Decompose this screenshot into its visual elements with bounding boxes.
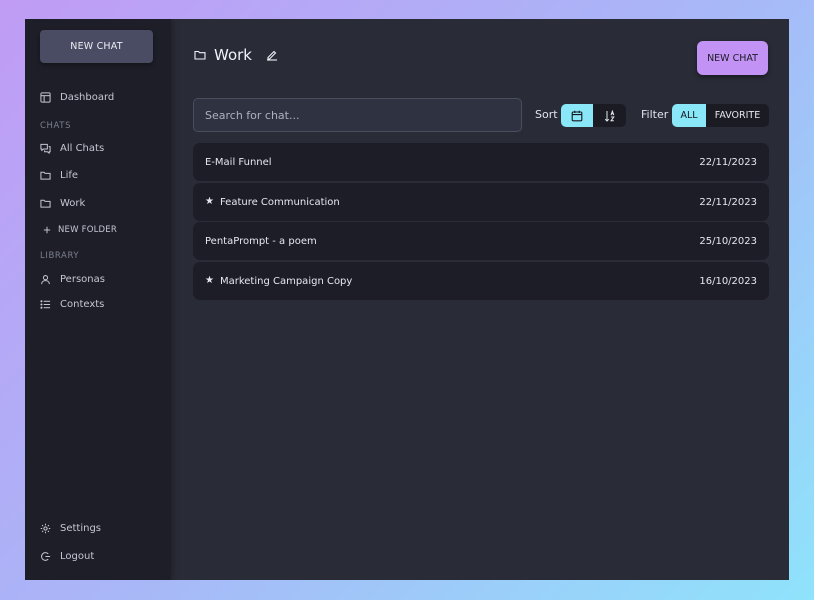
search-input[interactable] — [193, 98, 522, 132]
sidebar-item-personas[interactable]: Personas — [40, 274, 105, 285]
new-folder-button[interactable]: NEW FOLDER — [43, 225, 117, 235]
star-icon: ★ — [205, 275, 214, 286]
filter-toggle: ALL FAVORITE — [672, 104, 769, 127]
sidebar-item-work[interactable]: Work — [40, 198, 85, 209]
chat-date: 25/10/2023 — [699, 235, 757, 247]
sidebar: NEW CHAT Dashboard CHATS All Chats Life … — [25, 19, 171, 580]
chat-title: PentaPrompt - a poem — [205, 235, 317, 247]
section-heading-chats: CHATS — [40, 121, 72, 131]
chat-date: 22/11/2023 — [699, 196, 757, 208]
plus-icon — [43, 226, 51, 234]
chat-row-left: ★ Marketing Campaign Copy — [205, 276, 352, 287]
sidebar-item-label: Logout — [60, 551, 95, 562]
sidebar-item-label: Contexts — [60, 299, 105, 310]
sort-az-icon — [604, 109, 615, 122]
sidebar-item-label: Work — [60, 198, 86, 209]
folder-icon — [40, 171, 51, 180]
chat-row[interactable]: ★ Feature Communication 22/11/2023 — [193, 183, 769, 221]
star-icon: ★ — [205, 196, 214, 207]
sidebar-item-life[interactable]: Life — [40, 170, 78, 181]
section-heading-library: LIBRARY — [40, 251, 80, 261]
sidebar-item-label: Settings — [60, 523, 102, 534]
sidebar-item-label: Personas — [60, 274, 105, 285]
sidebar-item-dashboard[interactable]: Dashboard — [40, 92, 114, 103]
chat-row-left: E-Mail Funnel — [205, 157, 272, 168]
filter-favorite-button[interactable]: FAVORITE — [706, 104, 769, 127]
chat-row-left: ★ Feature Communication — [205, 197, 340, 208]
sidebar-new-chat-button[interactable]: NEW CHAT — [40, 30, 153, 63]
chat-bubbles-icon — [40, 143, 51, 154]
edit-pencil-icon[interactable] — [266, 49, 278, 61]
chat-row[interactable]: PentaPrompt - a poem 25/10/2023 — [193, 222, 769, 260]
filter-all-button[interactable]: ALL — [672, 104, 706, 127]
calendar-icon — [571, 110, 583, 121]
folder-icon — [194, 50, 206, 60]
chat-row-left: PentaPrompt - a poem — [205, 236, 317, 247]
chat-date: 22/11/2023 — [699, 156, 757, 168]
filter-label: Filter — [641, 108, 669, 121]
logout-icon — [41, 552, 51, 561]
chat-title: Feature Communication — [219, 196, 340, 208]
chat-date: 16/10/2023 — [699, 275, 757, 287]
sort-toggle — [561, 104, 626, 127]
new-folder-label: NEW FOLDER — [58, 225, 117, 235]
dashboard-icon — [40, 92, 51, 103]
main-panel: Work NEW CHAT Sort Filter ALL FAVORITE E… — [171, 19, 789, 580]
sort-label: Sort — [535, 108, 558, 121]
sidebar-item-settings[interactable]: Settings — [40, 523, 101, 534]
gear-icon — [40, 523, 51, 534]
new-chat-button[interactable]: NEW CHAT — [697, 41, 768, 75]
list-icon — [40, 300, 51, 309]
app-window: NEW CHAT Dashboard CHATS All Chats Life … — [25, 19, 789, 580]
sidebar-item-contexts[interactable]: Contexts — [40, 299, 104, 310]
sidebar-item-logout[interactable]: Logout — [40, 551, 94, 562]
sidebar-item-label: All Chats — [60, 143, 105, 154]
sidebar-item-all-chats[interactable]: All Chats — [40, 143, 104, 154]
page-title: Work — [214, 46, 252, 64]
page-header: Work — [194, 46, 278, 64]
sidebar-item-label: Life — [60, 170, 79, 181]
sidebar-item-label: Dashboard — [60, 92, 115, 103]
sort-alphabetical-button[interactable] — [593, 104, 626, 127]
person-icon — [41, 275, 50, 285]
folder-icon — [40, 199, 51, 208]
chat-row[interactable]: E-Mail Funnel 22/11/2023 — [193, 143, 769, 181]
chat-row[interactable]: ★ Marketing Campaign Copy 16/10/2023 — [193, 262, 769, 300]
chat-title: Marketing Campaign Copy — [219, 275, 353, 287]
sort-by-date-button[interactable] — [561, 104, 593, 127]
chat-title: E-Mail Funnel — [205, 156, 272, 168]
